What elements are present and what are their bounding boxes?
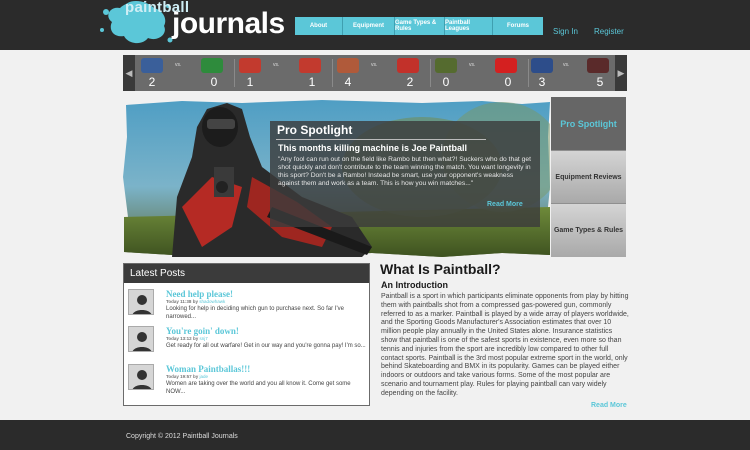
- latest-posts-panel: Latest Posts Need help please! Today 11:…: [123, 263, 370, 406]
- spotlight-title: Pro Spotlight: [277, 123, 353, 137]
- scores-strip: ◀ ▶ vs. 2 0 vs. 1 1 vs. 4 2 vs. 0 0 vs. …: [123, 55, 627, 91]
- feature-tabs: Pro Spotlight Equipment Reviews Game Typ…: [551, 97, 626, 257]
- post-excerpt: Looking for help in deciding which gun t…: [166, 306, 344, 320]
- vs-label: vs.: [273, 62, 280, 68]
- post-excerpt: Women are taking over the world and you …: [166, 381, 351, 395]
- spotlight-read-more-link[interactable]: Read More: [487, 201, 523, 208]
- avatar: [128, 289, 154, 315]
- nav-game-types[interactable]: Game Types & Rules: [395, 17, 445, 35]
- what-is-title: What Is Paintball?: [380, 261, 501, 277]
- list-item[interactable]: You're goin' down! Today 13:12 by snj7 G…: [128, 326, 366, 364]
- team-logo-icon: [299, 58, 321, 73]
- post-by-label: by: [192, 336, 199, 341]
- latest-posts-heading: Latest Posts: [124, 264, 369, 283]
- home-score: 2: [148, 75, 156, 89]
- nav-about[interactable]: About: [295, 17, 343, 35]
- post-time: Today 19:57: [166, 374, 192, 379]
- game-score[interactable]: vs. 2 0: [137, 55, 233, 91]
- avatar: [128, 326, 154, 352]
- post-meta: Today 19:57 by jade: [166, 374, 208, 379]
- post-author-link[interactable]: snj7: [199, 336, 207, 341]
- game-score[interactable]: vs. 3 5: [529, 55, 615, 91]
- what-is-subtitle: An Introduction: [381, 280, 448, 290]
- sign-in-link[interactable]: Sign In: [553, 27, 578, 36]
- list-item[interactable]: Need help please! Today 11:38 by shadowh…: [128, 289, 366, 327]
- team-logo-icon: [495, 58, 517, 73]
- site-footer: [0, 420, 750, 450]
- home-score: 1: [246, 75, 254, 89]
- home-score: 4: [344, 75, 352, 89]
- tab-game-types[interactable]: Game Types & Rules: [551, 203, 626, 257]
- game-score[interactable]: vs. 4 2: [333, 55, 429, 91]
- user-silhouette-icon: [132, 332, 152, 351]
- vs-label: vs.: [469, 62, 476, 68]
- home-score: 3: [538, 75, 546, 89]
- post-author-link[interactable]: jade: [199, 374, 208, 379]
- spotlight-text: "Any fool can run out on the field like …: [278, 156, 531, 187]
- main-nav: About Equipment Game Types & Rules Paint…: [295, 17, 543, 35]
- away-score: 0: [504, 75, 512, 89]
- away-score: 2: [406, 75, 414, 89]
- tab-pro-spotlight[interactable]: Pro Spotlight: [551, 97, 626, 150]
- nav-equipment[interactable]: Equipment: [343, 17, 395, 35]
- post-author-link[interactable]: shadowhawk: [199, 299, 225, 304]
- post-time: Today 13:12: [166, 336, 192, 341]
- post-excerpt: Get ready for all out warfare! Get in ou…: [166, 343, 366, 349]
- user-silhouette-icon: [132, 370, 152, 389]
- nav-leagues[interactable]: Paintball Leagues: [445, 17, 493, 35]
- tab-equipment-reviews[interactable]: Equipment Reviews: [551, 150, 626, 203]
- spotlight-subtitle: This months killing machine is Joe Paint…: [278, 143, 468, 153]
- post-by-label: by: [192, 374, 199, 379]
- post-meta: Today 13:12 by snj7: [166, 336, 208, 341]
- user-silhouette-icon: [132, 295, 152, 314]
- divider: [276, 139, 486, 140]
- post-title-link[interactable]: You're goin' down!: [166, 326, 239, 336]
- post-time: Today 11:38: [166, 299, 192, 304]
- away-score: 0: [210, 75, 218, 89]
- what-is-text: Paintball is a sport in which participan…: [381, 293, 629, 397]
- nav-forums[interactable]: Forums: [493, 17, 543, 35]
- scores-next-arrow-icon[interactable]: ▶: [615, 55, 627, 91]
- team-logo-icon: [587, 58, 609, 73]
- team-logo-icon: [141, 58, 163, 73]
- team-logo-icon: [239, 58, 261, 73]
- team-logo-icon: [397, 58, 419, 73]
- vs-label: vs.: [175, 62, 182, 68]
- team-logo-icon: [201, 58, 223, 73]
- post-title-link[interactable]: Woman Paintballas!!!: [166, 364, 250, 374]
- game-score[interactable]: vs. 0 0: [431, 55, 527, 91]
- vs-label: vs.: [563, 62, 570, 68]
- list-item[interactable]: Woman Paintballas!!! Today 19:57 by jade…: [128, 364, 366, 402]
- logo-text[interactable]: journals: [172, 8, 285, 40]
- team-logo-icon: [435, 58, 457, 73]
- copyright-text: Copyright © 2012 Paintball Journals: [126, 433, 238, 440]
- away-score: 5: [596, 75, 604, 89]
- team-logo-icon: [531, 58, 553, 73]
- post-title-link[interactable]: Need help please!: [166, 289, 233, 299]
- away-score: 1: [308, 75, 316, 89]
- game-score[interactable]: vs. 1 1: [235, 55, 331, 91]
- vs-label: vs.: [371, 62, 378, 68]
- register-link[interactable]: Register: [594, 27, 624, 36]
- post-by-label: by: [192, 299, 198, 304]
- post-meta: Today 11:38 by shadowhawk: [166, 299, 225, 304]
- team-logo-icon: [337, 58, 359, 73]
- what-is-read-more-link[interactable]: Read More: [591, 402, 627, 409]
- home-score: 0: [442, 75, 450, 89]
- avatar: [128, 364, 154, 390]
- scores-prev-arrow-icon[interactable]: ◀: [123, 55, 135, 91]
